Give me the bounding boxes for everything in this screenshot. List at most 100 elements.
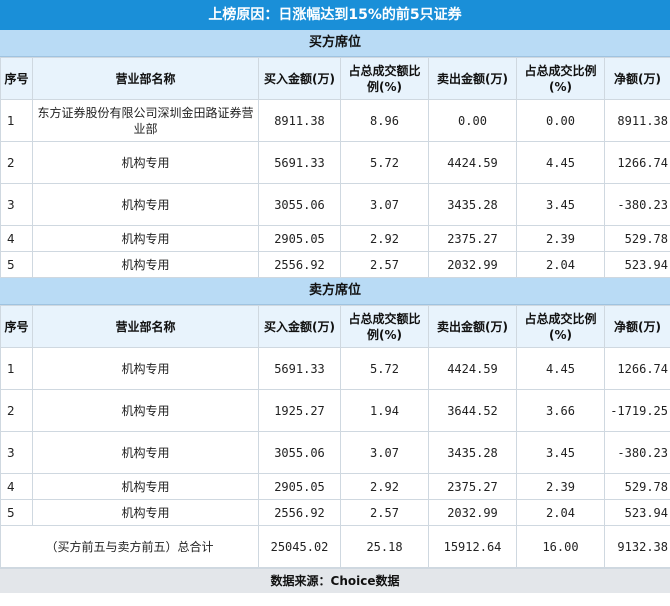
net-amount: -1719.25 [604, 389, 670, 432]
row-index: 3 [0, 431, 33, 474]
buy-ratio: 1.94 [340, 389, 429, 432]
sell-amount: 2032.99 [428, 251, 517, 278]
sell-seats-table: 序号 营业部名称 买入金额(万) 占总成交额比例(%) 卖出金额(万) 占总成交… [0, 305, 670, 568]
net-amount: 8911.38 [604, 99, 670, 142]
table-row: 4 机构专用 2905.05 2.92 2375.27 2.39 529.78 [0, 473, 670, 500]
total-buy-amount: 25045.02 [258, 525, 341, 568]
sell-amount: 3435.28 [428, 183, 517, 226]
sell-ratio: 4.45 [516, 347, 605, 390]
col-header-net: 净额(万) [604, 305, 670, 348]
row-index: 1 [0, 347, 33, 390]
row-index: 2 [0, 389, 33, 432]
buy-ratio: 2.57 [340, 251, 429, 278]
row-index: 5 [0, 499, 33, 526]
branch-name: 机构专用 [32, 347, 259, 390]
row-index: 5 [0, 251, 33, 278]
branch-name: 机构专用 [32, 225, 259, 252]
buy-ratio: 2.92 [340, 473, 429, 500]
row-index: 4 [0, 473, 33, 500]
col-header-sell-amount: 卖出金额(万) [428, 57, 517, 100]
branch-name: 机构专用 [32, 141, 259, 184]
row-index: 3 [0, 183, 33, 226]
sell-ratio: 2.04 [516, 251, 605, 278]
buy-ratio: 3.07 [340, 431, 429, 474]
sell-amount: 4424.59 [428, 347, 517, 390]
total-label: （买方前五与卖方前五）总合计 [0, 525, 259, 568]
row-index: 4 [0, 225, 33, 252]
branch-name: 机构专用 [32, 499, 259, 526]
buy-amount: 2556.92 [258, 251, 341, 278]
table-row: 2 机构专用 5691.33 5.72 4424.59 4.45 1266.74 [0, 141, 670, 184]
buy-amount: 2905.05 [258, 225, 341, 252]
table-row: 4 机构专用 2905.05 2.92 2375.27 2.39 529.78 [0, 225, 670, 252]
buy-ratio: 8.96 [340, 99, 429, 142]
table-title: 上榜原因：日涨幅达到15%的前5只证券 [0, 0, 670, 30]
col-header-sell-ratio: 占总成交比例(%) [516, 305, 605, 348]
sell-ratio: 3.45 [516, 183, 605, 226]
branch-name: 机构专用 [32, 473, 259, 500]
col-header-sell-ratio: 占总成交比例(%) [516, 57, 605, 100]
buy-amount: 2556.92 [258, 499, 341, 526]
buy-seats-table: 序号 营业部名称 买入金额(万) 占总成交额比例(%) 卖出金额(万) 占总成交… [0, 57, 670, 278]
table-row: 1 东方证券股份有限公司深圳金田路证券营业部 8911.38 8.96 0.00… [0, 99, 670, 142]
header-row: 序号 营业部名称 买入金额(万) 占总成交额比例(%) 卖出金额(万) 占总成交… [0, 305, 670, 348]
sell-ratio: 2.39 [516, 473, 605, 500]
buy-amount: 3055.06 [258, 183, 341, 226]
table-row: 2 机构专用 1925.27 1.94 3644.52 3.66 -1719.2… [0, 389, 670, 432]
col-header-buy-amount: 买入金额(万) [258, 57, 341, 100]
buy-amount: 1925.27 [258, 389, 341, 432]
sell-amount: 0.00 [428, 99, 517, 142]
buy-amount: 3055.06 [258, 431, 341, 474]
buy-amount: 8911.38 [258, 99, 341, 142]
net-amount: 1266.74 [604, 347, 670, 390]
col-header-buy-ratio: 占总成交额比例(%) [340, 57, 429, 100]
row-index: 1 [0, 99, 33, 142]
branch-name: 机构专用 [32, 251, 259, 278]
sell-amount: 3644.52 [428, 389, 517, 432]
total-net-amount: 9132.38 [604, 525, 670, 568]
net-amount: 1266.74 [604, 141, 670, 184]
sell-amount: 3435.28 [428, 431, 517, 474]
total-sell-ratio: 16.00 [516, 525, 605, 568]
sell-section-label: 卖方席位 [0, 278, 670, 305]
sell-ratio: 2.39 [516, 225, 605, 252]
buy-ratio: 3.07 [340, 183, 429, 226]
branch-name: 机构专用 [32, 183, 259, 226]
lhb-table-card: 上榜原因：日涨幅达到15%的前5只证券 买方席位 序号 营业部名称 买入金额(万… [0, 0, 670, 606]
data-source-footer: 数据来源：Choice数据 [0, 568, 670, 593]
net-amount: -380.23 [604, 431, 670, 474]
sell-ratio: 3.66 [516, 389, 605, 432]
branch-name: 机构专用 [32, 431, 259, 474]
col-header-index: 序号 [0, 305, 33, 348]
table-row: 5 机构专用 2556.92 2.57 2032.99 2.04 523.94 [0, 251, 670, 278]
col-header-branch: 营业部名称 [32, 305, 259, 348]
net-amount: 529.78 [604, 473, 670, 500]
sell-ratio: 4.45 [516, 141, 605, 184]
buy-ratio: 2.92 [340, 225, 429, 252]
sell-amount: 2375.27 [428, 225, 517, 252]
header-row: 序号 营业部名称 买入金额(万) 占总成交额比例(%) 卖出金额(万) 占总成交… [0, 57, 670, 100]
col-header-branch: 营业部名称 [32, 57, 259, 100]
total-buy-ratio: 25.18 [340, 525, 429, 568]
row-index: 2 [0, 141, 33, 184]
col-header-buy-amount: 买入金额(万) [258, 305, 341, 348]
table-row: 3 机构专用 3055.06 3.07 3435.28 3.45 -380.23 [0, 183, 670, 226]
buy-section-label: 买方席位 [0, 30, 670, 57]
buy-ratio: 2.57 [340, 499, 429, 526]
col-header-index: 序号 [0, 57, 33, 100]
table-row: 5 机构专用 2556.92 2.57 2032.99 2.04 523.94 [0, 499, 670, 526]
total-row: （买方前五与卖方前五）总合计 25045.02 25.18 15912.64 1… [0, 525, 670, 568]
col-header-sell-amount: 卖出金额(万) [428, 305, 517, 348]
buy-amount: 2905.05 [258, 473, 341, 500]
sell-amount: 2032.99 [428, 499, 517, 526]
table-row: 1 机构专用 5691.33 5.72 4424.59 4.45 1266.74 [0, 347, 670, 390]
total-sell-amount: 15912.64 [428, 525, 517, 568]
table-row: 3 机构专用 3055.06 3.07 3435.28 3.45 -380.23 [0, 431, 670, 474]
net-amount: 523.94 [604, 251, 670, 278]
buy-amount: 5691.33 [258, 141, 341, 184]
buy-ratio: 5.72 [340, 347, 429, 390]
branch-name: 机构专用 [32, 389, 259, 432]
col-header-buy-ratio: 占总成交额比例(%) [340, 305, 429, 348]
buy-amount: 5691.33 [258, 347, 341, 390]
net-amount: 529.78 [604, 225, 670, 252]
